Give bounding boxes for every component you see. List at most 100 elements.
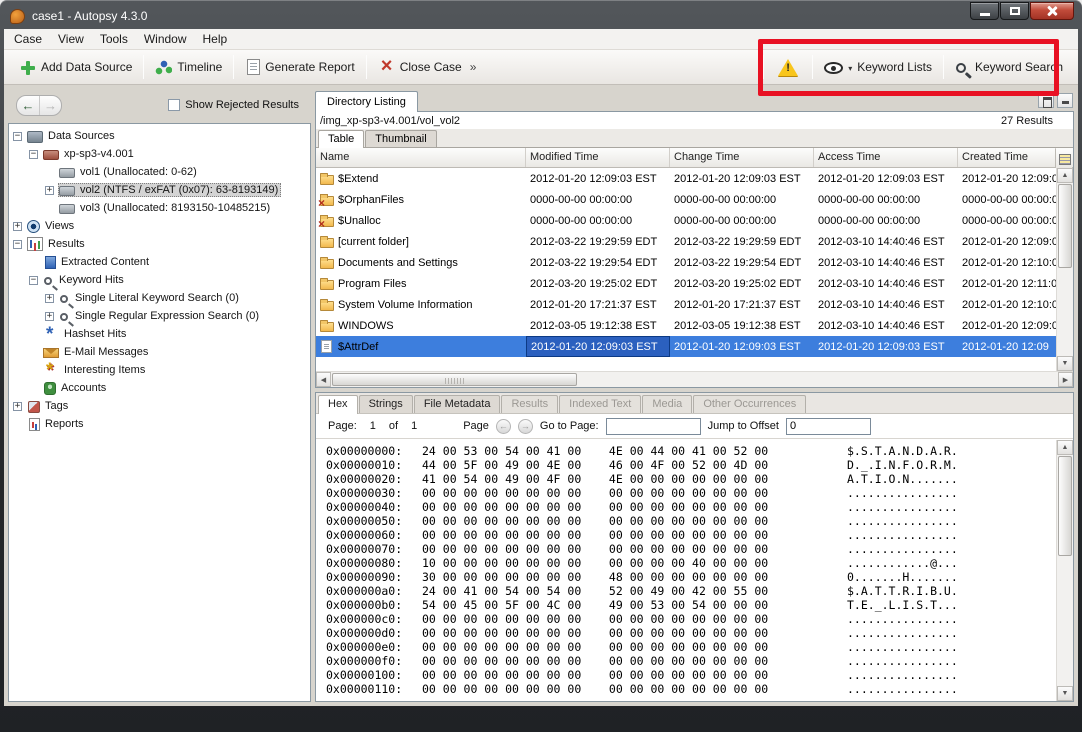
column-header-modified-time[interactable]: Modified Time bbox=[526, 148, 670, 167]
column-header-change-time[interactable]: Change Time bbox=[670, 148, 814, 167]
next-page-button[interactable] bbox=[518, 419, 533, 434]
expander-plus-icon[interactable]: + bbox=[45, 312, 54, 321]
menu-window[interactable]: Window bbox=[136, 30, 195, 48]
table-row[interactable]: $Unalloc0000-00-00 00:00:000000-00-00 00… bbox=[316, 210, 1056, 231]
tab-thumbnail[interactable]: Thumbnail bbox=[365, 130, 436, 147]
tree-item[interactable]: E-Mail Messages bbox=[9, 343, 310, 361]
scroll-up-button[interactable] bbox=[1057, 168, 1073, 183]
expander-plus-icon[interactable]: + bbox=[45, 294, 54, 303]
viewer-tab-strings[interactable]: Strings bbox=[359, 395, 413, 413]
menu-help[interactable]: Help bbox=[195, 30, 236, 48]
keyword-search-button[interactable]: Keyword Search bbox=[948, 56, 1070, 78]
table-row[interactable]: $AttrDef2012-01-20 12:09:03 EST2012-01-2… bbox=[316, 336, 1056, 357]
scroll-up-button[interactable] bbox=[1057, 440, 1073, 455]
expander-minus-icon[interactable]: − bbox=[29, 276, 38, 285]
column-header-name[interactable]: Name bbox=[316, 148, 526, 167]
tree-item[interactable]: vol1 (Unallocated: 0-62) bbox=[9, 163, 310, 181]
tree-item[interactable]: +vol2 (NTFS / exFAT (0x07): 63-8193149) bbox=[9, 181, 310, 199]
tree-item[interactable]: −xp-sp3-v4.001 bbox=[9, 145, 310, 163]
menu-tools[interactable]: Tools bbox=[92, 30, 136, 48]
tree-item[interactable]: Accounts bbox=[9, 379, 310, 397]
keyword-lists-button[interactable]: Keyword Lists bbox=[817, 56, 939, 78]
add-data-source-button[interactable]: Add Data Source bbox=[12, 55, 139, 80]
hex-line: 0x00000090:30 00 00 00 00 00 00 00 48 00… bbox=[326, 570, 1056, 584]
tree-item[interactable]: +Single Literal Keyword Search (0) bbox=[9, 289, 310, 307]
viewer-tab-hex[interactable]: Hex bbox=[318, 395, 358, 414]
maximize-button[interactable] bbox=[1000, 2, 1029, 20]
tree-item[interactable]: Hashset Hits bbox=[9, 325, 310, 343]
table-row[interactable]: $OrphanFiles0000-00-00 00:00:000000-00-0… bbox=[316, 189, 1056, 210]
forward-button[interactable] bbox=[39, 96, 61, 115]
scroll-right-button[interactable] bbox=[1058, 372, 1073, 387]
file-name: $AttrDef bbox=[338, 341, 378, 353]
menu-case[interactable]: Case bbox=[6, 30, 50, 48]
table-row[interactable]: $Extend2012-01-20 12:09:03 EST2012-01-20… bbox=[316, 168, 1056, 189]
goto-page-input[interactable] bbox=[606, 418, 701, 435]
hex-bytes: 10 00 00 00 00 00 00 00 00 00 00 00 40 0… bbox=[422, 556, 847, 570]
tree-item[interactable]: Reports bbox=[9, 415, 310, 433]
previous-page-button[interactable] bbox=[496, 419, 511, 434]
configure-columns-button[interactable] bbox=[1055, 149, 1072, 168]
back-button[interactable] bbox=[17, 96, 39, 115]
minimize-window-button[interactable] bbox=[1057, 93, 1073, 108]
table-row[interactable]: System Volume Information2012-01-20 17:2… bbox=[316, 294, 1056, 315]
hex-line: 0x000000e0:00 00 00 00 00 00 00 00 00 00… bbox=[326, 640, 1056, 654]
hex-address: 0x00000030: bbox=[326, 486, 422, 500]
scrollbar-thumb[interactable] bbox=[1058, 184, 1072, 268]
folder-deleted-icon bbox=[320, 217, 334, 227]
scroll-down-button[interactable] bbox=[1057, 686, 1073, 701]
tree-item[interactable]: Extracted Content bbox=[9, 253, 310, 271]
tree-item[interactable]: −Data Sources bbox=[9, 127, 310, 145]
table-row[interactable]: Program Files2012-03-20 19:25:02 EDT2012… bbox=[316, 273, 1056, 294]
tree-item[interactable]: +Single Regular Expression Search (0) bbox=[9, 307, 310, 325]
expander-plus-icon[interactable]: + bbox=[13, 402, 22, 411]
table-horizontal-scrollbar[interactable] bbox=[316, 371, 1073, 387]
generate-report-button[interactable]: Generate Report bbox=[238, 55, 361, 79]
timeline-button[interactable]: Timeline bbox=[148, 55, 229, 80]
column-header-created-time[interactable]: Created Time bbox=[958, 148, 1056, 167]
tree-item[interactable]: +Views bbox=[9, 217, 310, 235]
jump-offset-input[interactable] bbox=[786, 418, 871, 435]
expander-plus-icon[interactable]: + bbox=[45, 186, 54, 195]
hex-line: 0x000000b0:54 00 45 00 5F 00 4C 00 49 00… bbox=[326, 598, 1056, 612]
tree-item-content: vol3 (Unallocated: 8193150-10485215) bbox=[58, 201, 273, 215]
table-vertical-scrollbar[interactable] bbox=[1056, 168, 1073, 371]
hex-ascii: T.E._.L.I.S.T... bbox=[847, 598, 958, 612]
show-rejected-checkbox[interactable] bbox=[168, 99, 180, 111]
scrollbar-thumb[interactable] bbox=[1058, 456, 1072, 556]
toolbar-separator bbox=[763, 55, 764, 79]
hex-line: 0x00000000:24 00 53 00 54 00 41 00 4E 00… bbox=[326, 444, 1056, 458]
viewer-tab-file-metadata[interactable]: File Metadata bbox=[414, 395, 501, 413]
expander-minus-icon[interactable]: − bbox=[13, 132, 22, 141]
expander-minus-icon[interactable]: − bbox=[13, 240, 22, 249]
scrollbar-thumb[interactable] bbox=[332, 373, 577, 386]
warning-icon[interactable] bbox=[778, 59, 798, 76]
column-header-access-time[interactable]: Access Time bbox=[814, 148, 958, 167]
tree-item[interactable]: vol3 (Unallocated: 8193150-10485215) bbox=[9, 199, 310, 217]
table-row[interactable]: Documents and Settings2012-03-22 19:29:5… bbox=[316, 252, 1056, 273]
menu-view[interactable]: View bbox=[50, 30, 92, 48]
title-bar[interactable]: case1 - Autopsy 4.3.0 bbox=[0, 0, 1082, 29]
tree-item[interactable]: −Results bbox=[9, 235, 310, 253]
tree-item[interactable]: −Keyword Hits bbox=[9, 271, 310, 289]
scroll-left-button[interactable] bbox=[316, 372, 331, 387]
directory-listing-tab[interactable]: Directory Listing bbox=[315, 91, 418, 112]
expander-minus-icon[interactable]: − bbox=[29, 150, 38, 159]
tree-item-label: Tags bbox=[45, 400, 68, 412]
tree-item[interactable]: + Tags bbox=[9, 397, 310, 415]
close-button[interactable] bbox=[1030, 2, 1074, 20]
close-case-button[interactable]: Close Case bbox=[371, 55, 469, 80]
scroll-down-button[interactable] bbox=[1057, 356, 1073, 371]
toolbar-overflow-chevron[interactable]: » bbox=[470, 60, 477, 74]
table-row[interactable]: [current folder]2012-03-22 19:29:59 EDT2… bbox=[316, 231, 1056, 252]
expander-plus-icon[interactable]: + bbox=[13, 222, 22, 231]
tree-item[interactable]: Interesting Items bbox=[9, 361, 310, 379]
eye-icon bbox=[824, 62, 843, 74]
minimize-button[interactable] bbox=[970, 2, 999, 20]
scrollbar-grip bbox=[445, 378, 465, 384]
tab-table[interactable]: Table bbox=[318, 130, 364, 148]
float-window-button[interactable] bbox=[1038, 93, 1054, 108]
table-row[interactable]: WINDOWS2012-03-05 19:12:38 EST2012-03-05… bbox=[316, 315, 1056, 336]
hex-vertical-scrollbar[interactable] bbox=[1056, 440, 1073, 701]
email-icon bbox=[43, 348, 59, 358]
